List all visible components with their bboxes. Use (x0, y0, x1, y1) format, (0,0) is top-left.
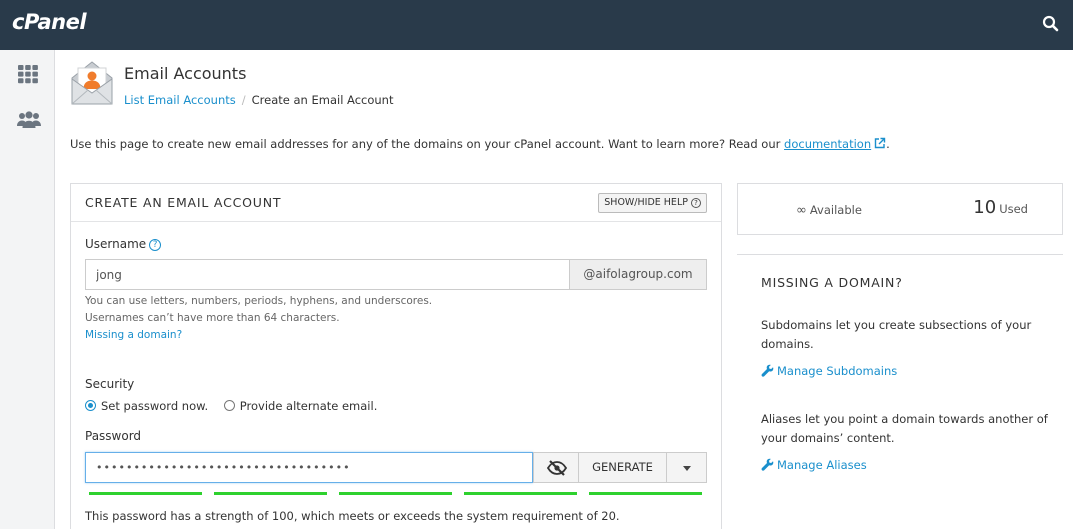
intro-text: Use this page to create new email addres… (70, 137, 890, 151)
breadcrumb: List Email Accounts / Create an Email Acco… (124, 93, 393, 107)
radio-provide-alternate-email[interactable] (223, 400, 235, 411)
password-strength-text: This password has a strength of 100, whi… (85, 509, 620, 523)
password-input[interactable] (85, 452, 533, 483)
missing-domain-heading: MISSING A DOMAIN? (761, 275, 903, 290)
radio-set-password-now[interactable] (85, 400, 96, 411)
manage-aliases-label: Manage Aliases (777, 458, 867, 472)
right-divider (737, 254, 1063, 255)
used-stat: 10 Used (973, 197, 1028, 218)
users-icon[interactable] (16, 108, 41, 132)
intro-text-body: Use this page to create new email addres… (70, 137, 785, 151)
generate-options-dropdown[interactable] (666, 452, 707, 483)
card-header: CREATE AN EMAIL ACCOUNT SHOW/HIDE HELP ? (71, 184, 721, 222)
intro-text-end: . (886, 137, 890, 151)
breadcrumb-separator: / (241, 93, 246, 107)
account-stats-card: ∞ Available 10 Used (737, 183, 1063, 235)
wrench-icon (761, 364, 774, 377)
infinity-symbol: ∞ (796, 203, 807, 218)
password-label: Password (85, 429, 142, 443)
left-sidebar (0, 50, 55, 529)
username-input[interactable] (85, 259, 569, 290)
apps-grid-icon[interactable] (16, 62, 40, 86)
strength-meter-segment-3 (339, 492, 452, 495)
generate-password-button[interactable]: GENERATE (578, 452, 667, 483)
security-radio-group: Set password now. Provide alternate emai… (85, 399, 389, 413)
manage-subdomains-link[interactable]: Manage Subdomains (761, 364, 897, 378)
external-link-icon[interactable] (873, 137, 886, 150)
available-stat: ∞ Available (796, 203, 862, 218)
manage-subdomains-label: Manage Subdomains (777, 364, 898, 378)
eye-slash-icon (547, 460, 567, 476)
missing-domain-link[interactable]: Missing a domain? (85, 329, 182, 341)
username-hint-1: You can use letters, numbers, periods, h… (85, 295, 433, 307)
breadcrumb-current: Create an Email Account (251, 93, 394, 107)
toggle-password-visibility-button[interactable] (533, 452, 579, 483)
used-label: Used (999, 202, 1028, 216)
show-hide-help-button[interactable]: SHOW/HIDE HELP ? (598, 193, 707, 213)
cpanel-logo[interactable]: cPanel (12, 10, 87, 34)
username-help-icon[interactable]: ? (149, 239, 162, 251)
documentation-link[interactable]: documentation (784, 137, 871, 151)
top-bar: cPanel (0, 0, 1073, 50)
subdomains-description: Subdomains let you create subsections of… (761, 318, 1032, 351)
strength-meter-segment-2 (214, 492, 327, 495)
strength-meter-segment-4 (464, 492, 577, 495)
username-label-text: Username (85, 237, 147, 251)
breadcrumb-link-list-email-accounts[interactable]: List Email Accounts (124, 93, 236, 107)
manage-aliases-link[interactable]: Manage Aliases (761, 458, 867, 472)
username-label: Username? (85, 237, 162, 251)
radio-label-alternate-email[interactable]: Provide alternate email. (240, 399, 378, 413)
email-envelope-icon (68, 58, 116, 108)
card-title: CREATE AN EMAIL ACCOUNT (85, 195, 282, 210)
username-hint-2: Usernames can’t have more than 64 charac… (85, 312, 340, 324)
available-label: Available (809, 203, 862, 217)
used-count: 10 (973, 197, 997, 218)
page-title: Email Accounts (124, 64, 247, 83)
strength-meter-segment-1 (89, 492, 202, 495)
radio-label-set-password[interactable]: Set password now. (101, 399, 208, 413)
create-email-card: CREATE AN EMAIL ACCOUNT SHOW/HIDE HELP ?… (70, 183, 722, 529)
strength-meter-segment-5 (589, 492, 702, 495)
help-circle-icon: ? (691, 198, 701, 208)
aliases-description: Aliases let you point a domain towards a… (761, 412, 1048, 445)
security-label: Security (85, 377, 135, 391)
search-icon[interactable] (1041, 14, 1061, 34)
help-button-label: SHOW/HIDE HELP (604, 197, 688, 208)
domain-addon[interactable]: @aifolagroup.com (569, 259, 707, 290)
wrench-icon (761, 458, 774, 471)
